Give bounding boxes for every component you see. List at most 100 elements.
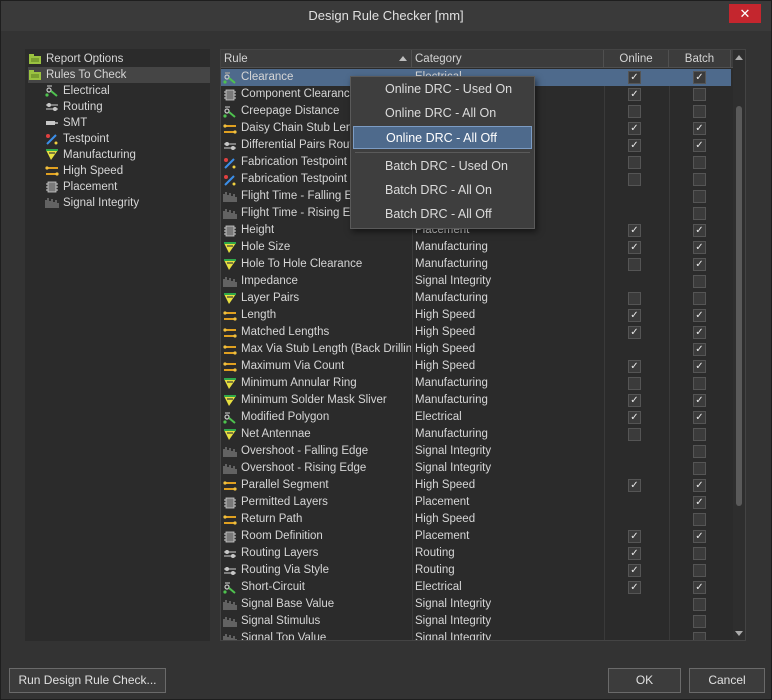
menu-item-batch-drc-used-on[interactable]: Batch DRC - Used On <box>353 155 532 178</box>
online-checkbox[interactable]: ✓ <box>628 88 641 101</box>
online-checkbox[interactable] <box>628 156 641 169</box>
scroll-up-arrow-icon[interactable] <box>735 55 743 60</box>
batch-checkbox[interactable] <box>693 190 706 203</box>
tree-item-report-options[interactable]: Report Options <box>28 51 210 67</box>
table-row[interactable]: Return Path High Speed <box>221 511 731 528</box>
tree-item-manufacturing[interactable]: Manufacturing <box>45 147 210 163</box>
online-checkbox[interactable] <box>628 428 641 441</box>
online-checkbox[interactable]: ✓ <box>628 309 641 322</box>
run-design-rule-check-button[interactable]: Run Design Rule Check... <box>9 668 166 693</box>
online-column-header[interactable]: Online <box>604 50 669 68</box>
table-row[interactable]: Minimum Solder Mask Sliver Manufacturing ✓… <box>221 392 731 409</box>
table-row[interactable]: Room Definition Placement ✓ ✓ <box>221 528 731 545</box>
batch-checkbox[interactable] <box>693 292 706 305</box>
online-checkbox[interactable] <box>628 292 641 305</box>
ok-button[interactable]: OK <box>608 668 681 693</box>
table-row[interactable]: Hole Size Manufacturing ✓ ✓ <box>221 239 731 256</box>
batch-checkbox[interactable] <box>693 547 706 560</box>
online-checkbox[interactable]: ✓ <box>628 241 641 254</box>
batch-checkbox[interactable] <box>693 462 706 475</box>
batch-checkbox[interactable] <box>693 428 706 441</box>
batch-checkbox[interactable] <box>693 207 706 220</box>
menu-item-batch-drc-all-on[interactable]: Batch DRC - All On <box>353 179 532 202</box>
batch-checkbox[interactable] <box>693 445 706 458</box>
batch-checkbox[interactable]: ✓ <box>693 530 706 543</box>
online-checkbox[interactable]: ✓ <box>628 71 641 84</box>
table-row[interactable]: Minimum Annular Ring Manufacturing <box>221 375 731 392</box>
batch-checkbox[interactable]: ✓ <box>693 496 706 509</box>
batch-checkbox[interactable]: ✓ <box>693 139 706 152</box>
table-row[interactable]: Modified Polygon Electrical ✓ ✓ <box>221 409 731 426</box>
table-row[interactable]: Permitted Layers Placement ✓ <box>221 494 731 511</box>
table-row[interactable]: Overshoot - Falling Edge Signal Integrity <box>221 443 731 460</box>
tree-item-placement[interactable]: Placement <box>45 179 210 195</box>
online-checkbox[interactable] <box>628 258 641 271</box>
online-checkbox[interactable]: ✓ <box>628 564 641 577</box>
menu-item-online-drc-all-off[interactable]: Online DRC - All Off <box>353 126 532 149</box>
batch-checkbox[interactable] <box>693 173 706 186</box>
cancel-button[interactable]: Cancel <box>689 668 765 693</box>
batch-checkbox[interactable]: ✓ <box>693 326 706 339</box>
online-checkbox[interactable]: ✓ <box>628 360 641 373</box>
menu-item-online-drc-used-on[interactable]: Online DRC - Used On <box>353 78 532 101</box>
table-row[interactable]: Routing Layers Routing ✓ <box>221 545 731 562</box>
tree-item-high-speed[interactable]: High Speed <box>45 163 210 179</box>
tree-item-smt[interactable]: SMT <box>45 115 210 131</box>
online-checkbox[interactable]: ✓ <box>628 122 641 135</box>
batch-checkbox[interactable]: ✓ <box>693 122 706 135</box>
batch-checkbox[interactable] <box>693 275 706 288</box>
online-checkbox[interactable]: ✓ <box>628 394 641 407</box>
online-checkbox[interactable]: ✓ <box>628 139 641 152</box>
table-row[interactable]: Signal Base Value Signal Integrity <box>221 596 731 613</box>
tree-item-electrical[interactable]: Electrical <box>45 83 210 99</box>
batch-checkbox[interactable]: ✓ <box>693 258 706 271</box>
batch-checkbox[interactable] <box>693 513 706 526</box>
online-checkbox[interactable]: ✓ <box>628 224 641 237</box>
batch-checkbox[interactable] <box>693 377 706 390</box>
table-row[interactable]: Matched Lengths High Speed ✓ ✓ <box>221 324 731 341</box>
batch-checkbox[interactable] <box>693 598 706 611</box>
batch-checkbox[interactable]: ✓ <box>693 411 706 424</box>
vertical-scrollbar[interactable] <box>733 50 745 640</box>
close-button[interactable]: ✕ <box>729 4 761 23</box>
menu-item-batch-drc-all-off[interactable]: Batch DRC - All Off <box>353 203 532 226</box>
tree-item-testpoint[interactable]: Testpoint <box>45 131 210 147</box>
table-row[interactable]: Length High Speed ✓ ✓ <box>221 307 731 324</box>
table-row[interactable]: Layer Pairs Manufacturing <box>221 290 731 307</box>
batch-checkbox[interactable]: ✓ <box>693 394 706 407</box>
menu-item-online-drc-all-on[interactable]: Online DRC - All On <box>353 102 532 125</box>
online-checkbox[interactable]: ✓ <box>628 326 641 339</box>
online-checkbox[interactable] <box>628 173 641 186</box>
online-checkbox[interactable]: ✓ <box>628 581 641 594</box>
batch-checkbox[interactable] <box>693 88 706 101</box>
table-row[interactable]: Overshoot - Rising Edge Signal Integrity <box>221 460 731 477</box>
table-row[interactable]: Signal Top Value Signal Integrity <box>221 630 731 640</box>
table-row[interactable]: Maximum Via Count High Speed ✓ ✓ <box>221 358 731 375</box>
tree-item-signal-integrity[interactable]: Signal Integrity <box>45 195 210 211</box>
online-checkbox[interactable]: ✓ <box>628 411 641 424</box>
scroll-thumb[interactable] <box>736 106 742 506</box>
table-row[interactable]: Max Via Stub Length (Back Drilling) High … <box>221 341 731 358</box>
batch-checkbox[interactable]: ✓ <box>693 241 706 254</box>
batch-checkbox[interactable]: ✓ <box>693 224 706 237</box>
online-checkbox[interactable]: ✓ <box>628 479 641 492</box>
online-checkbox[interactable] <box>628 377 641 390</box>
batch-checkbox[interactable]: ✓ <box>693 360 706 373</box>
batch-checkbox[interactable] <box>693 615 706 628</box>
table-row[interactable]: Short-Circuit Electrical ✓ ✓ <box>221 579 731 596</box>
online-checkbox[interactable] <box>628 105 641 118</box>
batch-checkbox[interactable]: ✓ <box>693 343 706 356</box>
online-checkbox[interactable]: ✓ <box>628 547 641 560</box>
batch-checkbox[interactable] <box>693 105 706 118</box>
batch-column-header[interactable]: Batch <box>669 50 731 68</box>
table-row[interactable]: Hole To Hole Clearance Manufacturing ✓ <box>221 256 731 273</box>
table-row[interactable]: Signal Stimulus Signal Integrity <box>221 613 731 630</box>
table-row[interactable]: Parallel Segment High Speed ✓ ✓ <box>221 477 731 494</box>
rule-column-header[interactable]: Rule <box>221 50 412 68</box>
batch-checkbox[interactable] <box>693 632 706 640</box>
batch-checkbox[interactable] <box>693 156 706 169</box>
batch-checkbox[interactable]: ✓ <box>693 581 706 594</box>
table-row[interactable]: Net Antennae Manufacturing <box>221 426 731 443</box>
batch-checkbox[interactable] <box>693 564 706 577</box>
online-checkbox[interactable]: ✓ <box>628 530 641 543</box>
